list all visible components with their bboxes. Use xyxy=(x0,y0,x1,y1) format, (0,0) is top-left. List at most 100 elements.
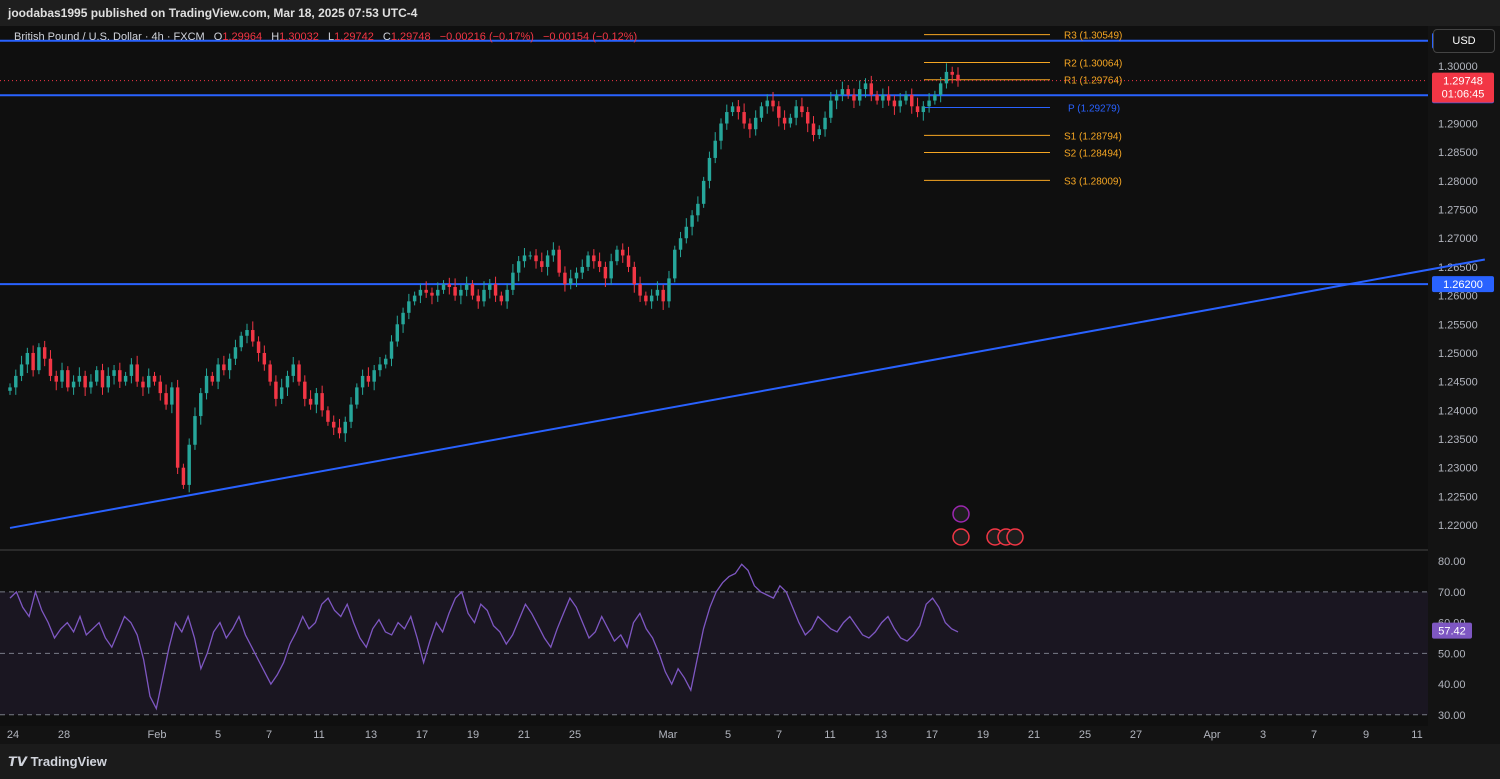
candle-body xyxy=(898,100,902,107)
candle-body xyxy=(401,312,405,325)
candle-body xyxy=(418,289,423,296)
candle-body xyxy=(106,375,110,388)
candle-body xyxy=(927,100,931,107)
candle-body xyxy=(94,370,99,382)
candle-body xyxy=(31,352,35,371)
candle-body xyxy=(753,117,758,130)
pivot-label: R3 (1.30549) xyxy=(1064,31,1122,42)
candle-body xyxy=(285,375,290,388)
candle-body xyxy=(320,393,324,411)
candle-body xyxy=(615,249,619,262)
candle-body xyxy=(164,393,168,405)
time-tick-label: 9 xyxy=(1363,729,1369,741)
price-chart[interactable]: 1.300001.295001.290001.285001.280001.275… xyxy=(0,0,1500,779)
symbol-legend: British Pound / U.S. Dollar · 4h · FXCM … xyxy=(14,31,637,43)
currency-button[interactable]: USD xyxy=(1433,29,1495,53)
time-tick-label: 5 xyxy=(725,729,731,741)
candle-body xyxy=(326,410,330,422)
candle-body xyxy=(274,381,278,399)
candle-body xyxy=(956,74,960,81)
candle-body xyxy=(840,89,845,95)
candle-body xyxy=(453,287,457,296)
trendline xyxy=(9,258,1486,529)
candle-body xyxy=(886,94,891,101)
time-tick-label: 5 xyxy=(215,729,221,741)
time-tick-label: Apr xyxy=(1203,729,1220,741)
candle-body xyxy=(395,324,400,342)
candle-body xyxy=(638,284,642,296)
candle-body xyxy=(54,375,58,382)
candle-body xyxy=(800,106,804,113)
price-tick-label: 1.27000 xyxy=(1438,233,1478,245)
candle-body xyxy=(141,381,145,388)
countdown-tag: 01:06:45 xyxy=(1442,89,1485,101)
candle-body xyxy=(794,106,798,118)
candle-body xyxy=(748,123,752,130)
candle-body xyxy=(355,387,359,405)
price-tick-label: 1.25000 xyxy=(1438,348,1478,360)
change-value-2: −0.00154 (−0.12%) xyxy=(542,31,638,43)
candle-body xyxy=(644,295,648,302)
candle-body xyxy=(441,284,446,290)
time-tick-label: 7 xyxy=(266,729,272,741)
price-tick-label: 1.24000 xyxy=(1438,405,1478,417)
candle-body xyxy=(516,261,521,273)
time-tick-label: 24 xyxy=(7,729,19,741)
candle-body xyxy=(707,157,712,181)
candle-body xyxy=(199,393,203,417)
candle-body xyxy=(424,289,428,293)
candle-body xyxy=(349,404,353,422)
candle-body xyxy=(649,295,654,302)
time-tick-label: 19 xyxy=(977,729,989,741)
time-tick-label: 17 xyxy=(926,729,938,741)
candle-body xyxy=(493,284,498,296)
candle-body xyxy=(673,249,677,279)
candle-body xyxy=(25,352,30,365)
price-tick-label: 1.22000 xyxy=(1438,520,1478,532)
candle-body xyxy=(331,421,336,428)
candle-body xyxy=(239,335,243,348)
candle-body xyxy=(690,215,694,227)
time-tick-label: 13 xyxy=(365,729,377,741)
candle-body xyxy=(626,255,631,267)
pivot-label: R1 (1.29764) xyxy=(1064,76,1122,87)
candle-body xyxy=(632,266,637,285)
candle-body xyxy=(603,266,608,279)
candle-body xyxy=(557,249,561,273)
candle-body xyxy=(852,94,856,101)
tradingview-brand: TradingView xyxy=(30,754,107,769)
rsi-tick-label: 80.00 xyxy=(1438,556,1466,568)
time-tick-label: 19 xyxy=(467,729,479,741)
candle-body xyxy=(279,387,284,399)
support-low-tag: 1.26200 xyxy=(1443,279,1483,291)
candle-body xyxy=(713,140,717,158)
candle-body xyxy=(42,347,47,359)
candle-body xyxy=(938,83,943,95)
candle-body xyxy=(245,330,249,336)
time-tick-label: 3 xyxy=(1260,729,1266,741)
candle-body xyxy=(251,330,255,342)
open-value: 1.29964 xyxy=(222,31,263,43)
candle-body xyxy=(522,255,527,262)
candle-body xyxy=(360,375,365,388)
candle-body xyxy=(147,375,151,388)
candle-body xyxy=(505,289,509,302)
candle-body xyxy=(788,117,793,124)
candle-body xyxy=(210,375,215,382)
candle-body xyxy=(268,364,272,382)
time-tick-label: 11 xyxy=(824,729,835,741)
candle-body xyxy=(89,381,93,388)
price-tick-label: 1.23000 xyxy=(1438,463,1478,475)
pivot-label: R2 (1.30064) xyxy=(1064,58,1122,69)
price-tick-label: 1.25500 xyxy=(1438,319,1478,331)
candle-body xyxy=(19,364,24,376)
candle-body xyxy=(366,375,371,382)
candle-body xyxy=(175,387,180,468)
candle-body xyxy=(112,370,116,376)
symbol-title[interactable]: British Pound / U.S. Dollar · 4h · FXCM xyxy=(14,31,205,43)
candle-body xyxy=(574,272,579,279)
candle-body xyxy=(100,370,105,388)
candle-body xyxy=(222,364,226,371)
tradingview-logo[interactable]: 𝙏𝙑 TradingView xyxy=(8,744,107,779)
candle-body xyxy=(910,94,914,107)
